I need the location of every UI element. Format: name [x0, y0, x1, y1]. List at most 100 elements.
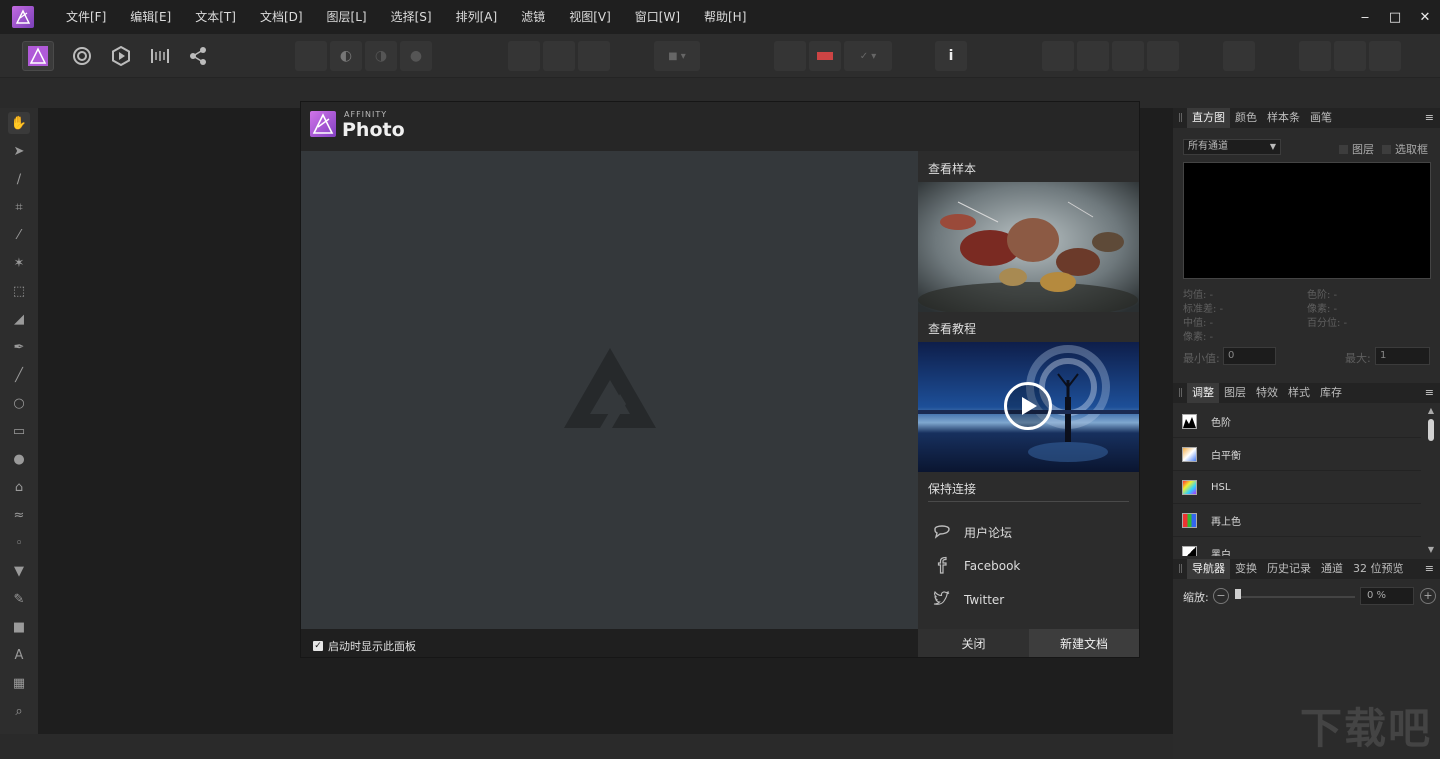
adjustment-white-balance[interactable]: 白平衡 — [1173, 439, 1421, 471]
erase-tool-icon[interactable]: ▭ — [8, 420, 30, 442]
flood-select-tool-icon[interactable]: ✶ — [8, 252, 30, 274]
arrange-back-icon[interactable] — [1042, 41, 1074, 71]
menu-document[interactable]: 文档[D] — [248, 0, 315, 34]
blur-tool-icon[interactable]: ● — [8, 448, 30, 470]
tone-mapping-persona-icon[interactable] — [144, 41, 176, 71]
tab-styles[interactable]: 样式 — [1283, 383, 1315, 403]
liquify-persona-icon[interactable] — [66, 41, 98, 71]
boolean-intersect-icon[interactable] — [1369, 41, 1401, 71]
menu-help[interactable]: 帮助[H] — [692, 0, 758, 34]
tab-stock[interactable]: 库存 — [1315, 383, 1347, 403]
menu-filters[interactable]: 滤镜 — [509, 0, 557, 34]
max-input[interactable]: 1 — [1375, 347, 1430, 365]
selection-add-icon[interactable] — [543, 41, 575, 71]
quick-mask-icon[interactable]: ■ ▾ — [654, 41, 700, 71]
zoom-tool-icon[interactable]: ⌕ — [8, 700, 30, 722]
scroll-up-icon[interactable]: ▲ — [1426, 406, 1436, 415]
text-tool-icon[interactable]: A — [8, 644, 30, 666]
tab-history[interactable]: 历史记录 — [1262, 559, 1316, 579]
zoom-in-icon[interactable]: + — [1420, 588, 1436, 604]
scroll-down-icon[interactable]: ▼ — [1426, 545, 1436, 554]
menu-layer[interactable]: 图层[L] — [315, 0, 379, 34]
link-facebook[interactable]: Facebook — [932, 554, 1020, 578]
close-button[interactable]: 关闭 — [918, 629, 1029, 657]
zoom-slider[interactable] — [1235, 596, 1355, 598]
show-at-startup-checkbox[interactable]: ✓ 启动时显示此面板 — [313, 638, 416, 654]
tutorials-thumbnail[interactable] — [918, 342, 1139, 472]
tab-effects[interactable]: 特效 — [1251, 383, 1283, 403]
snapping-icon[interactable] — [774, 41, 806, 71]
tab-adjustments[interactable]: 调整 — [1187, 383, 1219, 403]
panel-menu-icon[interactable]: ≡ — [1425, 386, 1434, 399]
tab-navigator[interactable]: 导航器 — [1187, 559, 1230, 579]
selection-brush-tool-icon[interactable]: ⁄ — [8, 224, 30, 246]
menu-window[interactable]: 窗口[W] — [623, 0, 692, 34]
move-tool-icon[interactable]: ➤ — [8, 140, 30, 162]
view-mode-icon[interactable] — [809, 41, 841, 71]
align-icon[interactable] — [1223, 41, 1255, 71]
adjustment-levels[interactable]: 色阶 — [1173, 406, 1421, 438]
auto-levels-icon[interactable] — [295, 41, 327, 71]
dodge-tool-icon[interactable]: ○ — [8, 392, 30, 414]
tab-color[interactable]: 颜色 — [1230, 108, 1262, 128]
tab-32bit-preview[interactable]: 32 位预览 — [1348, 559, 1409, 579]
adjustment-black-white[interactable]: 黑白 — [1173, 538, 1421, 556]
menu-arrange[interactable]: 排列[A] — [444, 0, 510, 34]
red-eye-tool-icon[interactable]: ◦ — [8, 532, 30, 554]
menu-text[interactable]: 文本[T] — [183, 0, 248, 34]
panel-menu-icon[interactable]: ≡ — [1425, 111, 1434, 124]
tab-brushes[interactable]: 画笔 — [1305, 108, 1337, 128]
maximize-icon[interactable]: □ — [1380, 0, 1410, 34]
selection-mode-icon[interactable] — [508, 41, 540, 71]
new-document-button[interactable]: 新建文档 — [1029, 629, 1139, 657]
scroll-thumb[interactable] — [1428, 419, 1434, 441]
photo-persona-icon[interactable] — [22, 41, 54, 71]
menu-edit[interactable]: 编辑[E] — [118, 0, 183, 34]
paint-brush-tool-icon[interactable]: ✒ — [8, 336, 30, 358]
pen-tool-icon[interactable]: ✎ — [8, 588, 30, 610]
layer-checkbox[interactable]: 图层 — [1339, 141, 1374, 157]
info-icon[interactable]: i — [935, 41, 967, 71]
inpainting-tool-icon[interactable]: ≈ — [8, 504, 30, 526]
arrange-front-icon[interactable] — [1147, 41, 1179, 71]
menu-select[interactable]: 选择[S] — [379, 0, 444, 34]
min-input[interactable]: 0 — [1223, 347, 1276, 365]
panel-menu-icon[interactable]: ≡ — [1425, 562, 1434, 575]
auto-white-balance-icon[interactable]: ● — [400, 41, 432, 71]
develop-persona-icon[interactable] — [105, 41, 137, 71]
adjustment-hsl[interactable]: HSL — [1173, 472, 1421, 504]
color-replace-tool-icon[interactable]: ╱ — [8, 364, 30, 386]
assistant-icon[interactable]: ✓ ▾ — [844, 41, 892, 71]
clone-tool-icon[interactable]: ⌂ — [8, 476, 30, 498]
checkmark-icon[interactable]: ✓ — [313, 641, 323, 651]
color-picker-tool-icon[interactable]: ∕ — [8, 168, 30, 190]
boolean-subtract-icon[interactable] — [1334, 41, 1366, 71]
arrange-backward-icon[interactable] — [1077, 41, 1109, 71]
zoom-value[interactable]: 0 % — [1360, 587, 1414, 605]
tab-layers[interactable]: 图层 — [1219, 383, 1251, 403]
samples-thumbnail[interactable] — [918, 182, 1139, 312]
arrange-forward-icon[interactable] — [1112, 41, 1144, 71]
tab-histogram[interactable]: 直方图 — [1187, 108, 1230, 128]
menu-view[interactable]: 视图[V] — [557, 0, 623, 34]
play-icon[interactable] — [1004, 382, 1052, 430]
link-forum[interactable]: 用户论坛 — [932, 520, 1012, 544]
minimize-icon[interactable]: ‒ — [1350, 0, 1380, 34]
hand-tool-icon[interactable]: ✋ — [8, 112, 30, 134]
tab-transform[interactable]: 变换 — [1230, 559, 1262, 579]
panel-grip-icon[interactable]: || — [1173, 113, 1187, 123]
adjustment-recolor[interactable]: 再上色 — [1173, 505, 1421, 537]
selection-subtract-icon[interactable] — [578, 41, 610, 71]
close-icon[interactable]: ✕ — [1410, 0, 1440, 34]
marquee-tool-icon[interactable]: ⬚ — [8, 280, 30, 302]
export-persona-icon[interactable] — [182, 41, 214, 71]
tab-swatches[interactable]: 样本条 — [1262, 108, 1305, 128]
panel-grip-icon[interactable]: || — [1173, 388, 1187, 398]
zoom-out-icon[interactable]: − — [1213, 588, 1229, 604]
zoom-slider-handle[interactable] — [1235, 589, 1241, 599]
menu-file[interactable]: 文件[F] — [54, 0, 118, 34]
selection-checkbox[interactable]: 选取框 — [1382, 141, 1428, 157]
auto-contrast-icon[interactable]: ◐ — [330, 41, 362, 71]
adjustments-scrollbar[interactable]: ▲ ▼ — [1426, 406, 1436, 554]
auto-colors-icon[interactable]: ◑ — [365, 41, 397, 71]
